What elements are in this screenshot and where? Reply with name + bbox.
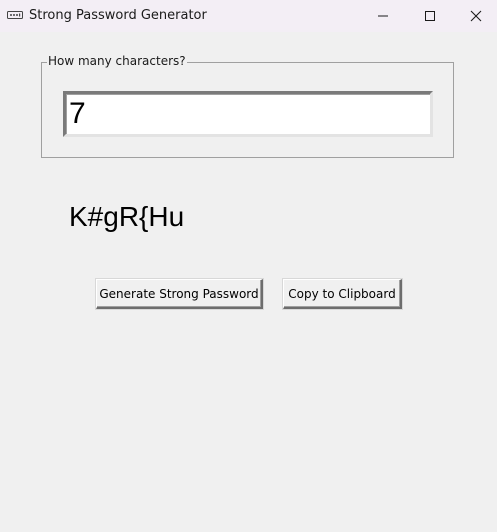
close-button[interactable] bbox=[453, 0, 497, 32]
close-icon bbox=[470, 10, 482, 22]
window-title: Strong Password Generator bbox=[29, 8, 207, 23]
generate-password-button[interactable]: Generate Strong Password bbox=[96, 279, 263, 309]
length-input[interactable] bbox=[63, 91, 433, 137]
copy-to-clipboard-button[interactable]: Copy to Clipboard bbox=[283, 279, 402, 309]
length-groupbox-label: How many characters? bbox=[47, 54, 187, 68]
maximize-button[interactable] bbox=[407, 0, 453, 32]
minimize-button[interactable] bbox=[360, 0, 406, 32]
password-dots-icon bbox=[7, 11, 23, 19]
app-window: Strong Password Generator How many chara… bbox=[0, 0, 497, 532]
title-bar[interactable]: Strong Password Generator bbox=[0, 0, 497, 32]
minimize-icon bbox=[378, 15, 388, 17]
maximize-icon bbox=[425, 11, 435, 21]
generated-password-text: K#gR{Hu bbox=[69, 201, 185, 232]
